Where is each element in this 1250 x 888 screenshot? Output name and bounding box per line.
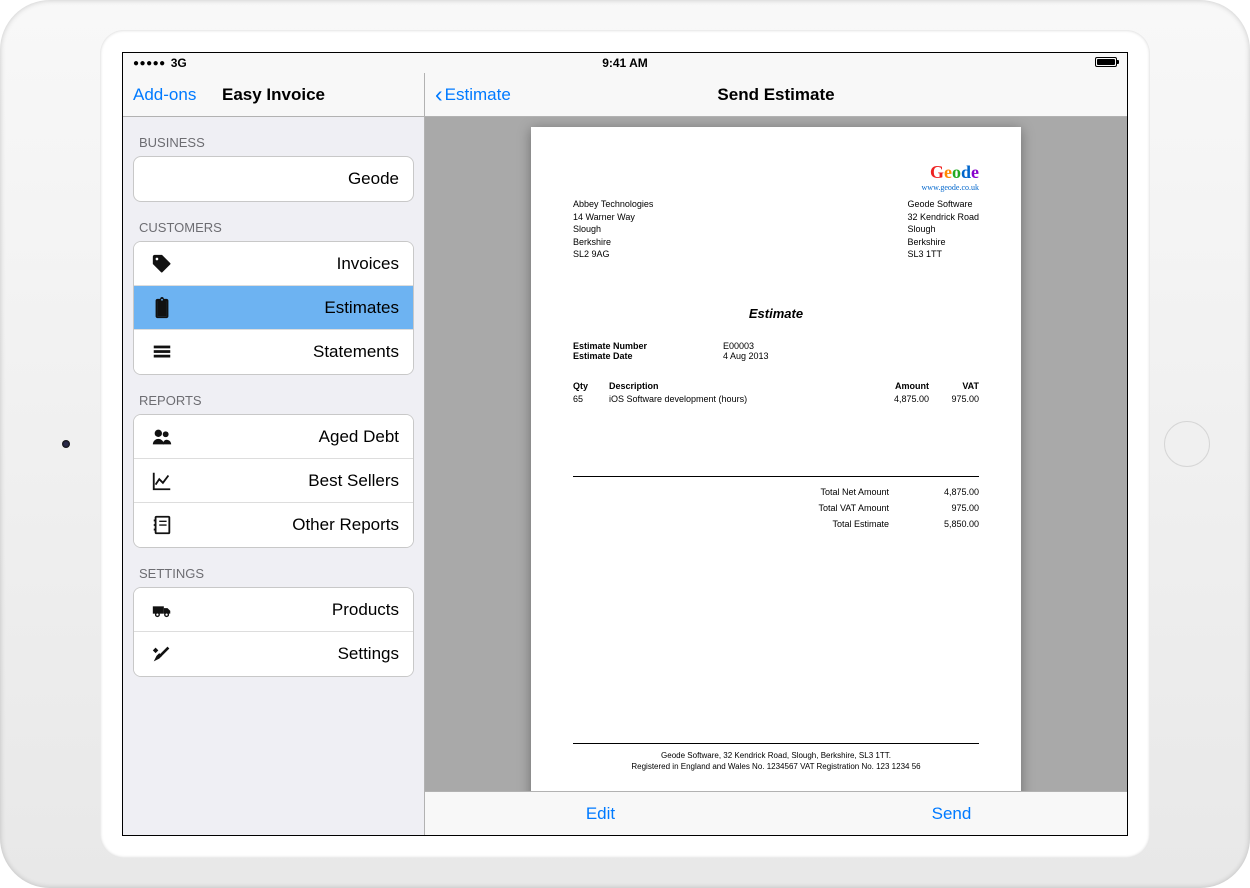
document-title: Estimate	[573, 306, 979, 321]
price-tag-icon	[148, 253, 176, 275]
business-group: Geode	[133, 156, 414, 202]
business-value: Geode	[148, 169, 399, 189]
sidebar: Add-ons Easy Invoice BUSINESS Geode CUST…	[123, 73, 425, 835]
chevron-left-icon: ‹	[435, 83, 443, 106]
main-title: Send Estimate	[717, 85, 834, 105]
preview-area: Geode www.geode.co.uk Abbey Technologies…	[425, 117, 1127, 791]
sidebar-item-label: Best Sellers	[176, 471, 399, 491]
signal-dots-icon: ●●●●●	[133, 58, 166, 69]
document-preview[interactable]: Geode www.geode.co.uk Abbey Technologies…	[531, 127, 1021, 791]
reports-group: Aged Debt Best Sellers Other Reports	[133, 414, 414, 548]
sidebar-item-estimates[interactable]: Estimates	[134, 286, 413, 330]
sidebar-item-products[interactable]: Products	[134, 588, 413, 632]
sidebar-item-label: Other Reports	[176, 515, 399, 535]
sender-address: Geode Software 32 Kendrick Road Slough B…	[907, 198, 979, 261]
sidebar-item-label: Estimates	[176, 298, 399, 318]
sidebar-item-aged-debt[interactable]: Aged Debt	[134, 415, 413, 459]
settings-group: Products Settings	[133, 587, 414, 677]
sidebar-item-label: Invoices	[176, 254, 399, 274]
document-footer: Geode Software, 32 Kendrick Road, Slough…	[573, 743, 979, 772]
section-header-business: BUSINESS	[123, 117, 424, 156]
document-meta: Estimate NumberE00003 Estimate Date4 Aug…	[573, 341, 979, 361]
logo-url: www.geode.co.uk	[573, 183, 979, 192]
back-label: Estimate	[445, 85, 511, 105]
main-header: ‹ Estimate Send Estimate	[425, 73, 1127, 117]
battery-icon	[1095, 57, 1117, 67]
send-button[interactable]: Send	[776, 792, 1127, 835]
ipad-frame: ●●●●● 3G 9:41 AM Add-ons Easy Invoice BU…	[0, 0, 1250, 888]
camera-icon	[62, 440, 70, 448]
main-pane: ‹ Estimate Send Estimate Geode www.geode…	[425, 73, 1127, 835]
people-icon	[148, 426, 176, 448]
sidebar-item-label: Products	[176, 600, 399, 620]
status-bar: ●●●●● 3G 9:41 AM	[123, 53, 1127, 73]
bottom-toolbar: Edit Send	[425, 791, 1127, 835]
notebook-icon	[148, 514, 176, 536]
truck-icon	[148, 599, 176, 621]
sidebar-item-settings[interactable]: Settings	[134, 632, 413, 676]
sidebar-item-label: Statements	[176, 342, 399, 362]
totals: Total Net Amount4,875.00 Total VAT Amoun…	[573, 476, 979, 535]
sidebar-item-other-reports[interactable]: Other Reports	[134, 503, 413, 547]
items-header: Qty Description Amount VAT	[573, 381, 979, 391]
clock-label: 9:41 AM	[602, 56, 648, 70]
section-header-customers: CUSTOMERS	[123, 202, 424, 241]
sidebar-item-label: Aged Debt	[176, 427, 399, 447]
addons-button[interactable]: Add-ons	[133, 85, 196, 105]
customer-address: Abbey Technologies 14 Warner Way Slough …	[573, 198, 653, 261]
home-button[interactable]	[1164, 421, 1210, 467]
line-item: 65 iOS Software development (hours) 4,87…	[573, 394, 979, 404]
sidebar-item-invoices[interactable]: Invoices	[134, 242, 413, 286]
sidebar-item-label: Settings	[176, 644, 399, 664]
edit-button[interactable]: Edit	[425, 792, 776, 835]
sidebar-header: Add-ons Easy Invoice	[123, 73, 424, 117]
logo-block: Geode www.geode.co.uk	[573, 162, 979, 192]
sidebar-item-statements[interactable]: Statements	[134, 330, 413, 374]
tools-icon	[148, 643, 176, 665]
documents-stack-icon	[148, 341, 176, 363]
sidebar-item-best-sellers[interactable]: Best Sellers	[134, 459, 413, 503]
section-header-settings: SETTINGS	[123, 548, 424, 587]
business-row[interactable]: Geode	[134, 157, 413, 201]
sidebar-title: Easy Invoice	[222, 85, 325, 105]
clipboard-icon	[148, 297, 176, 319]
line-chart-icon	[148, 470, 176, 492]
section-header-reports: REPORTS	[123, 375, 424, 414]
customers-group: Invoices Estimates Statements	[133, 241, 414, 375]
company-logo-icon: Geode	[573, 162, 979, 183]
back-button[interactable]: ‹ Estimate	[435, 83, 511, 106]
screen: ●●●●● 3G 9:41 AM Add-ons Easy Invoice BU…	[122, 52, 1128, 836]
carrier-label: 3G	[171, 56, 187, 70]
